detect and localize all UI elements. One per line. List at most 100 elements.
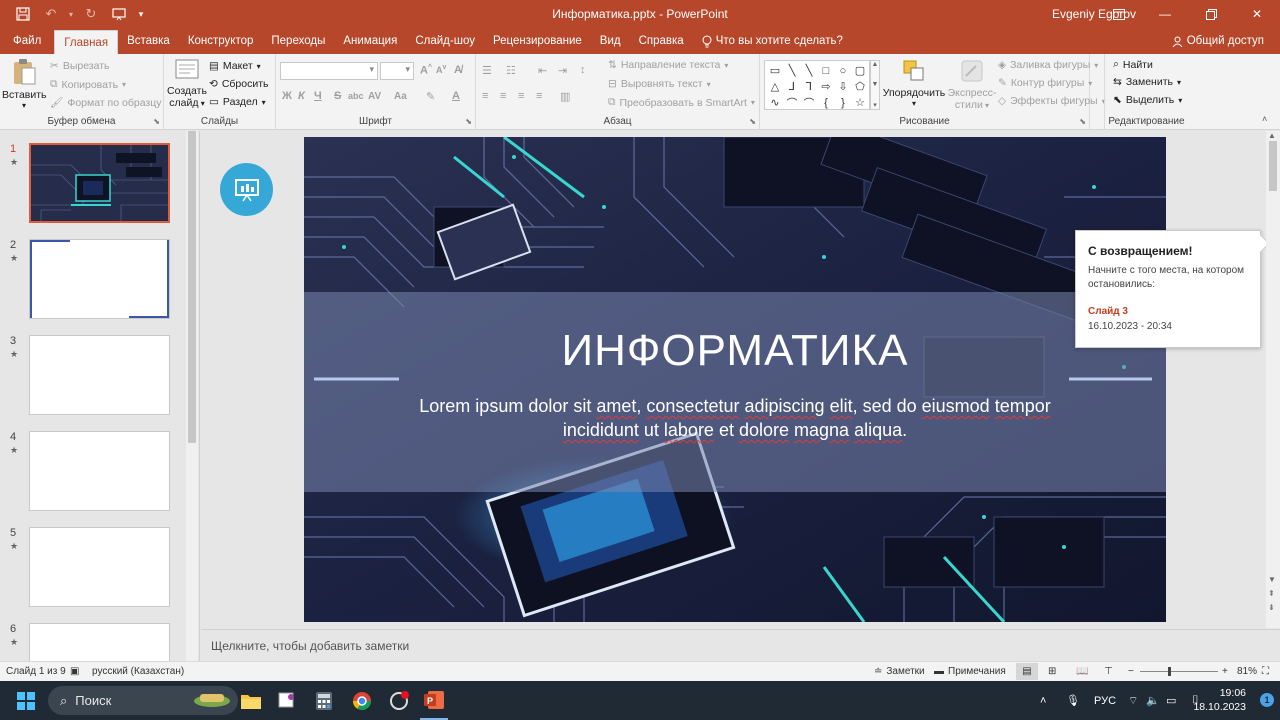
wifi-icon[interactable]: ⌔ (1128, 681, 1138, 720)
align-text-button[interactable]: ⊟ Выровнять текст ▾ (608, 78, 711, 90)
connector-icon[interactable]: ⅂ (801, 79, 817, 94)
paste-button[interactable]: Вставить ▾ (2, 58, 47, 110)
powerpoint-taskbar-icon[interactable]: P (420, 681, 448, 720)
align-center-icon[interactable]: ≡ (500, 90, 506, 102)
tab-insert[interactable]: Вставка (118, 28, 179, 54)
windows-start-icon[interactable] (12, 681, 40, 720)
slide-subtitle[interactable]: Lorem ipsum dolor sit amet, consectetur … (404, 394, 1066, 442)
chrome-icon[interactable] (349, 681, 375, 720)
tab-view[interactable]: Вид (591, 28, 630, 54)
tab-file[interactable]: Файл (0, 28, 54, 54)
undo-dropdown-icon[interactable]: ▾ (66, 2, 76, 26)
collapse-ribbon-icon[interactable]: ˄ (1262, 114, 1267, 124)
find-button[interactable]: ⌕ Найти (1113, 58, 1153, 71)
format-painter-button[interactable]: 🖌 Формат по образцу (50, 96, 162, 110)
text-direction-button[interactable]: ⇅ Направление текста ▾ (608, 59, 728, 71)
replace-button[interactable]: ⇆ Заменить ▾ (1113, 76, 1181, 88)
rounded-rect-shape-icon[interactable]: ▢ (852, 63, 868, 78)
close-icon[interactable]: ✕ (1234, 0, 1280, 28)
save-icon[interactable] (10, 2, 36, 26)
thumbnail-image[interactable] (29, 335, 170, 415)
smartart-button[interactable]: ⧉ Преобразовать в SmartArt ▾ (608, 96, 755, 109)
clear-formatting-icon[interactable]: A̸ (454, 64, 462, 76)
thumbnail-slide-5[interactable]: 5 ★ (0, 527, 190, 611)
fit-to-window-icon[interactable]: ⛶ (1262, 666, 1269, 677)
font-name-combo[interactable] (280, 62, 378, 80)
normal-view-icon[interactable]: ▤ (1016, 663, 1038, 680)
scroll-down-icon[interactable]: ▼ (1268, 575, 1276, 584)
down-arrow-shape-icon[interactable]: ⇩ (835, 79, 851, 94)
zoom-out-icon[interactable]: − (1128, 666, 1134, 677)
zoom-slider-handle[interactable] (1168, 667, 1171, 676)
thumbnail-slide-1[interactable]: 1 ★ (0, 143, 190, 227)
grow-font-button[interactable]: A^ (420, 64, 432, 77)
tab-animations[interactable]: Анимация (334, 28, 406, 54)
highlight-icon[interactable]: ✎ (426, 90, 435, 103)
tab-slideshow[interactable]: Слайд-шоу (406, 28, 484, 54)
notes-toggle-button[interactable]: ≐ Заметки (874, 666, 925, 677)
calculator-icon[interactable] (311, 681, 337, 720)
taskbar-clock[interactable]: 19:06 18.10.2023 (1193, 686, 1246, 714)
thumbnail-image[interactable] (29, 623, 170, 661)
reading-view-icon[interactable]: 📖 (1076, 666, 1088, 677)
star-shape-icon[interactable]: ☆ (852, 95, 868, 110)
resume-slide-link[interactable]: Слайд 3 (1088, 306, 1248, 317)
line-shape-icon[interactable]: ╲ (784, 63, 800, 78)
file-explorer-icon[interactable] (238, 681, 264, 720)
current-slide[interactable]: ИНФОРМАТИКА Lorem ipsum dolor sit amet, … (304, 137, 1166, 622)
oval-shape-icon[interactable]: ○ (835, 63, 851, 78)
align-right-icon[interactable]: ≡ (518, 90, 524, 102)
slide-title[interactable]: ИНФОРМАТИКА (304, 326, 1166, 376)
rectangle-shape-icon[interactable]: □ (818, 63, 834, 78)
align-left-icon[interactable]: ≡ (482, 90, 488, 102)
italic-button[interactable]: К (298, 90, 305, 102)
slide-scrollbar-thumb[interactable] (1269, 141, 1277, 191)
taskbar-search[interactable]: ⌕ Поиск (48, 686, 238, 715)
scroll-up-icon[interactable]: ▲ (1268, 131, 1276, 140)
drawing-launcher-icon[interactable]: ⬊ (1079, 117, 1086, 126)
tab-home[interactable]: Главная (54, 30, 119, 54)
thumbnail-slide-6[interactable]: 6 ★ (0, 623, 190, 661)
slide-scrollbar[interactable]: ▲ ▼ ⇞ ⇟ (1266, 131, 1280, 628)
thumbnail-image[interactable] (29, 143, 170, 223)
minimize-icon[interactable]: — (1142, 0, 1188, 28)
restore-icon[interactable] (1188, 0, 1234, 28)
thumbnail-scrollbar[interactable] (186, 131, 198, 661)
bold-button[interactable]: Ж (282, 90, 292, 102)
welcome-back-popup[interactable]: С возвращением! Начните с того места, на… (1075, 230, 1261, 348)
shapes-gallery-scroll[interactable]: ▲ ▼ ▾ (870, 60, 880, 110)
thumbnail-slide-4[interactable]: 4 ★ (0, 431, 190, 515)
shape-effects-button[interactable]: ◇ Эффекты фигуры ▾ (998, 95, 1106, 107)
thumbnail-slide-3[interactable]: 3 ★ (0, 335, 190, 419)
right-brace-shape-icon[interactable]: } (835, 95, 851, 110)
tab-help[interactable]: Справка (630, 28, 693, 54)
justify-icon[interactable]: ≡ (536, 90, 542, 102)
notification-badge[interactable]: 1 (1260, 693, 1274, 707)
right-arrow-shape-icon[interactable]: ⇨ (818, 79, 834, 94)
arrange-button[interactable]: Упорядочить ▾ (882, 58, 946, 108)
pentagon-shape-icon[interactable]: ⬠ (852, 79, 868, 94)
char-spacing-button[interactable]: AV (368, 91, 381, 102)
notes-pane[interactable]: Щелкните, чтобы добавить заметки (201, 629, 1280, 661)
slideshow-view-icon[interactable]: ⊤ (1104, 666, 1113, 677)
shape-fill-button[interactable]: ◈ Заливка фигуры ▾ (998, 59, 1098, 71)
strikethrough-button[interactable]: S (334, 90, 341, 102)
copy-button[interactable]: ⧉ Копировать ▾ (50, 78, 126, 91)
decrease-indent-icon[interactable]: ⇤ (538, 64, 547, 77)
numbering-icon[interactable]: ☷ (506, 64, 516, 77)
app-icon[interactable] (386, 681, 412, 720)
font-launcher-icon[interactable]: ⬊ (465, 117, 472, 126)
thumbnail-image[interactable] (29, 527, 170, 607)
tab-review[interactable]: Рецензирование (484, 28, 591, 54)
elbow-connector-icon[interactable]: ⅃ (784, 79, 800, 94)
redo-icon[interactable]: ↻ (78, 2, 104, 26)
bullets-icon[interactable]: ☰ (482, 64, 492, 77)
microphone-icon[interactable]: 🎙 (1066, 681, 1080, 720)
new-slide-button[interactable]: Создать слайд ▾ (166, 58, 208, 109)
columns-icon[interactable]: ▥ (560, 90, 570, 103)
line-shape-icon[interactable]: ╲ (801, 63, 817, 78)
tab-design[interactable]: Конструктор (179, 28, 263, 54)
select-button[interactable]: ⬉ Выделить ▾ (1113, 94, 1182, 106)
change-case-button[interactable]: Aa (394, 91, 407, 102)
textbox-shape-icon[interactable]: ▭ (767, 63, 783, 78)
